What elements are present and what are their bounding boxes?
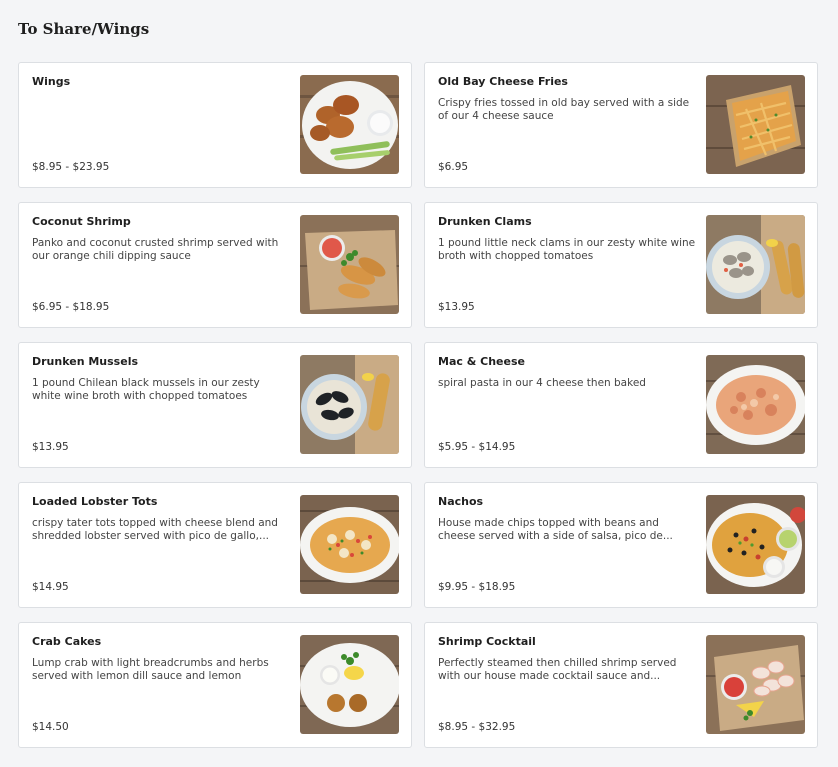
item-price: $13.95 — [32, 441, 69, 453]
item-description: crispy tater tots topped with cheese ble… — [32, 517, 278, 542]
item-price: $14.50 — [32, 721, 69, 733]
menu-item-card[interactable]: Mac & Cheese spiral pasta in our 4 chees… — [424, 342, 818, 468]
item-description: Crispy fries tossed in old bay served wi… — [438, 97, 690, 122]
item-name: Wings — [32, 75, 71, 88]
item-name: Drunken Mussels — [32, 355, 139, 368]
menu-item-card[interactable]: Nachos House made chips topped with bean… — [424, 482, 818, 608]
menu-item-card[interactable]: Coconut Shrimp Panko and coconut crusted… — [18, 202, 412, 328]
menu-item-card[interactable]: Drunken Clams 1 pound little neck clams … — [424, 202, 818, 328]
menu-grid: Wings $8.95 - $23.95 Old Bay Cheese Frie… — [18, 62, 818, 748]
item-description: Perfectly steamed then chilled shrimp se… — [438, 657, 677, 682]
menu-item-card[interactable]: Shrimp Cocktail Perfectly steamed then c… — [424, 622, 818, 748]
item-name: Mac & Cheese — [438, 355, 525, 368]
clams-photo[interactable] — [706, 215, 805, 314]
item-description: Panko and coconut crusted shrimp served … — [32, 237, 279, 262]
menu-item-card[interactable]: Old Bay Cheese Fries Crispy fries tossed… — [424, 62, 818, 188]
item-description: 1 pound little neck clams in our zesty w… — [438, 237, 696, 262]
lobster-tots-photo[interactable] — [300, 495, 399, 594]
menu-item-card[interactable]: Loaded Lobster Tots crispy tater tots to… — [18, 482, 412, 608]
item-price: $6.95 - $18.95 — [32, 301, 110, 313]
item-description: spiral pasta in our 4 cheese then baked — [438, 377, 646, 389]
item-price: $8.95 - $23.95 — [32, 161, 110, 173]
menu-item-card[interactable]: Drunken Mussels 1 pound Chilean black mu… — [18, 342, 412, 468]
coconut-shrimp-photo[interactable] — [300, 215, 399, 314]
item-price: $13.95 — [438, 301, 475, 313]
mac-cheese-photo[interactable] — [706, 355, 805, 454]
item-name: Drunken Clams — [438, 215, 532, 228]
item-name: Coconut Shrimp — [32, 215, 131, 228]
mussels-photo[interactable] — [300, 355, 399, 454]
item-name: Crab Cakes — [32, 635, 102, 648]
item-price: $6.95 — [438, 161, 469, 173]
item-name: Shrimp Cocktail — [438, 635, 536, 648]
item-description: 1 pound Chilean black mussels in our zes… — [32, 377, 260, 402]
wings-photo[interactable] — [300, 75, 399, 174]
fries-photo[interactable] — [706, 75, 805, 174]
section-title: To Share/Wings — [18, 20, 150, 38]
item-name: Loaded Lobster Tots — [32, 495, 158, 508]
crab-cakes-photo[interactable] — [300, 635, 399, 734]
menu-item-card[interactable]: Crab Cakes Lump crab with light breadcru… — [18, 622, 412, 748]
item-name: Old Bay Cheese Fries — [438, 75, 568, 88]
item-price: $14.95 — [32, 581, 69, 593]
item-description: House made chips topped with beans and c… — [438, 517, 673, 542]
shrimp-cocktail-photo[interactable] — [706, 635, 805, 734]
item-description: Lump crab with light breadcrumbs and her… — [32, 657, 269, 682]
item-price: $9.95 - $18.95 — [438, 581, 516, 593]
item-price: $8.95 - $32.95 — [438, 721, 516, 733]
nachos-photo[interactable] — [706, 495, 805, 594]
item-name: Nachos — [438, 495, 484, 508]
menu-item-card[interactable]: Wings $8.95 - $23.95 — [18, 62, 412, 188]
item-price: $5.95 - $14.95 — [438, 441, 516, 453]
